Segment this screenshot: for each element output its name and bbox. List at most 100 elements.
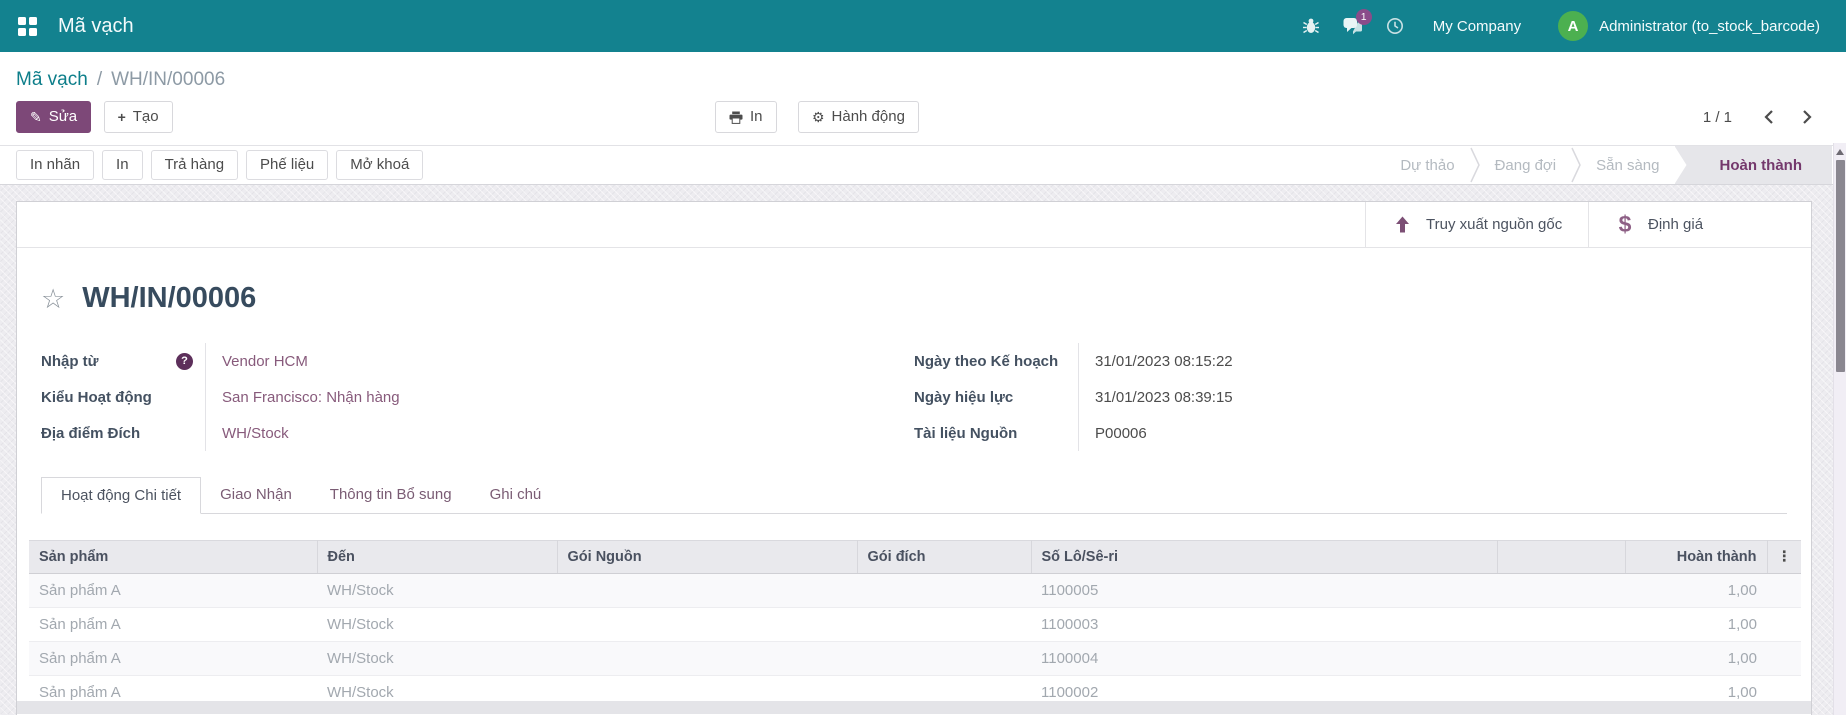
pencil-icon: ✎ <box>30 110 42 124</box>
field-value-destination-location[interactable]: WH/Stock <box>206 425 289 442</box>
scrollbar-up-arrow-icon[interactable] <box>1836 149 1844 155</box>
control-panel-buttons: ✎ Sửa + Tạo In ⚙ Hành động 1 / 1 <box>16 101 1830 133</box>
cell-handle <box>1767 608 1801 642</box>
field-value-scheduled-date: 31/01/2023 08:15:22 <box>1079 353 1233 370</box>
return-button[interactable]: Trả hàng <box>151 150 238 180</box>
col-header-done[interactable]: Hoàn thành <box>1625 541 1767 574</box>
status-step-draft[interactable]: Dự thảo <box>1385 146 1469 184</box>
cell-to: WH/Stock <box>317 642 557 676</box>
cell-product: Sản phẩm A <box>29 574 317 608</box>
table-row[interactable]: Sản phẩm A WH/Stock 1100005 1,00 <box>29 574 1801 608</box>
col-header-product[interactable]: Sản phẩm <box>29 541 317 574</box>
cell-lot-serial: 1100004 <box>1031 642 1497 676</box>
user-name: Administrator (to_stock_barcode) <box>1599 18 1820 35</box>
activities-clock-icon[interactable] <box>1386 17 1404 35</box>
cell-product: Sản phẩm A <box>29 608 317 642</box>
tab-detailed-operations[interactable]: Hoạt động Chi tiết <box>41 477 201 514</box>
app-name[interactable]: Mã vạch <box>58 15 134 38</box>
cell-source-package <box>557 574 857 608</box>
create-button-label: Tạo <box>133 107 159 127</box>
pager-previous-icon[interactable] <box>1754 102 1784 132</box>
optional-columns-icon[interactable]: ⋮ <box>1767 541 1801 574</box>
print-labels-button[interactable]: In nhãn <box>16 150 94 180</box>
company-switcher[interactable]: My Company <box>1433 18 1521 35</box>
scrap-button[interactable]: Phế liệu <box>246 150 328 180</box>
field-label-source-document: Tài liệu Nguồn <box>914 415 1079 451</box>
cell-empty <box>1497 608 1625 642</box>
print-button[interactable]: In <box>715 101 777 133</box>
form-view-background: Truy xuất nguồn gốc $ Định giá ☆ WH/IN/0… <box>0 185 1846 715</box>
vertical-scrollbar[interactable] <box>1833 143 1846 715</box>
pager: 1 / 1 <box>1703 101 1822 133</box>
cell-empty <box>1497 574 1625 608</box>
cell-lot-serial: 1100005 <box>1031 574 1497 608</box>
cell-handle <box>1767 642 1801 676</box>
print-button-secondary[interactable]: In <box>102 150 143 180</box>
field-value-source-document: P00006 <box>1079 425 1147 442</box>
tab-operations[interactable]: Giao Nhận <box>201 477 311 513</box>
field-label-destination-location: Địa điểm Đích <box>41 415 206 451</box>
col-header-to[interactable]: Đến <box>317 541 557 574</box>
print-button-label: In <box>750 107 763 127</box>
table-row[interactable]: Sản phẩm A WH/Stock 1100004 1,00 <box>29 642 1801 676</box>
pager-next-icon[interactable] <box>1792 102 1822 132</box>
smart-button-box: Truy xuất nguồn gốc $ Định giá <box>17 202 1811 248</box>
status-step-waiting[interactable]: Đang đợi <box>1480 146 1572 184</box>
field-label-scheduled-date: Ngày theo Kế hoạch <box>914 343 1079 379</box>
field-group-left: Nhập từ ? Vendor HCM Kiểu Hoạt động San … <box>41 343 914 451</box>
status-separator-icon <box>1571 146 1581 184</box>
create-button[interactable]: + Tạo <box>104 101 173 133</box>
status-steps: Dự thảo Đang đợi Sẵn sàng Hoàn thành <box>1385 146 1846 184</box>
action-button-label: Hành động <box>832 107 905 127</box>
status-separator-icon <box>1470 146 1480 184</box>
field-groups: Nhập từ ? Vendor HCM Kiểu Hoạt động San … <box>41 343 1787 451</box>
arrow-up-icon <box>1394 216 1411 233</box>
action-button[interactable]: ⚙ Hành động <box>798 101 919 133</box>
favorite-star-icon[interactable]: ☆ <box>41 284 65 314</box>
move-lines-table: Sản phẩm Đến Gói Nguồn Gói đích Số Lô/Sê… <box>29 540 1799 710</box>
form-sheet: Truy xuất nguồn gốc $ Định giá ☆ WH/IN/0… <box>16 201 1812 715</box>
status-step-done[interactable]: Hoàn thành <box>1675 146 1833 184</box>
col-header-dest-package[interactable]: Gói đích <box>857 541 1031 574</box>
table-row[interactable]: Sản phẩm A WH/Stock 1100003 1,00 <box>29 608 1801 642</box>
cell-done-qty: 1,00 <box>1625 642 1767 676</box>
cell-to: WH/Stock <box>317 608 557 642</box>
traceability-smart-button[interactable]: Truy xuất nguồn gốc <box>1365 202 1588 247</box>
cell-to: WH/Stock <box>317 574 557 608</box>
edit-button-label: Sửa <box>49 107 77 127</box>
cell-lot-serial: 1100003 <box>1031 608 1497 642</box>
notebook-tabs: Hoạt động Chi tiết Giao Nhận Thông tin B… <box>41 477 1787 514</box>
col-header-empty <box>1497 541 1625 574</box>
tab-additional-info[interactable]: Thông tin Bổ sung <box>311 477 471 513</box>
col-header-source-package[interactable]: Gói Nguồn <box>557 541 857 574</box>
col-header-lot-serial[interactable]: Số Lô/Sê-ri <box>1031 541 1497 574</box>
field-value-operation-type[interactable]: San Francisco: Nhận hàng <box>206 389 400 406</box>
messages-icon[interactable]: 1 <box>1343 17 1363 35</box>
tab-note[interactable]: Ghi chú <box>471 477 561 513</box>
valuation-smart-button[interactable]: $ Định giá <box>1588 202 1811 247</box>
table-header-row: Sản phẩm Đến Gói Nguồn Gói đích Số Lô/Sê… <box>29 541 1801 574</box>
apps-menu-icon[interactable] <box>18 17 37 36</box>
cell-empty <box>1497 642 1625 676</box>
breadcrumb-parent[interactable]: Mã vạch <box>16 69 88 90</box>
field-value-partner[interactable]: Vendor HCM <box>206 353 308 370</box>
breadcrumb-current: WH/IN/00006 <box>111 69 225 90</box>
messages-badge: 1 <box>1356 9 1372 25</box>
breadcrumb-separator: / <box>97 69 102 90</box>
cell-source-package <box>557 642 857 676</box>
debug-bug-icon[interactable] <box>1302 17 1320 35</box>
help-icon[interactable]: ? <box>176 353 193 370</box>
edit-button[interactable]: ✎ Sửa <box>16 101 91 133</box>
avatar: A <box>1558 11 1588 41</box>
cell-dest-package <box>857 574 1031 608</box>
status-step-ready[interactable]: Sẵn sàng <box>1581 146 1674 184</box>
unlock-button[interactable]: Mở khoá <box>336 150 423 180</box>
cell-product: Sản phẩm A <box>29 642 317 676</box>
field-value-effective-date: 31/01/2023 08:39:15 <box>1079 389 1233 406</box>
cell-source-package <box>557 608 857 642</box>
statusbar: In nhãn In Trả hàng Phế liệu Mở khoá Dự … <box>0 145 1846 185</box>
traceability-label: Truy xuất nguồn gốc <box>1426 216 1562 233</box>
cell-dest-package <box>857 608 1031 642</box>
scrollbar-thumb[interactable] <box>1836 160 1845 372</box>
user-menu[interactable]: A Administrator (to_stock_barcode) <box>1558 11 1820 41</box>
